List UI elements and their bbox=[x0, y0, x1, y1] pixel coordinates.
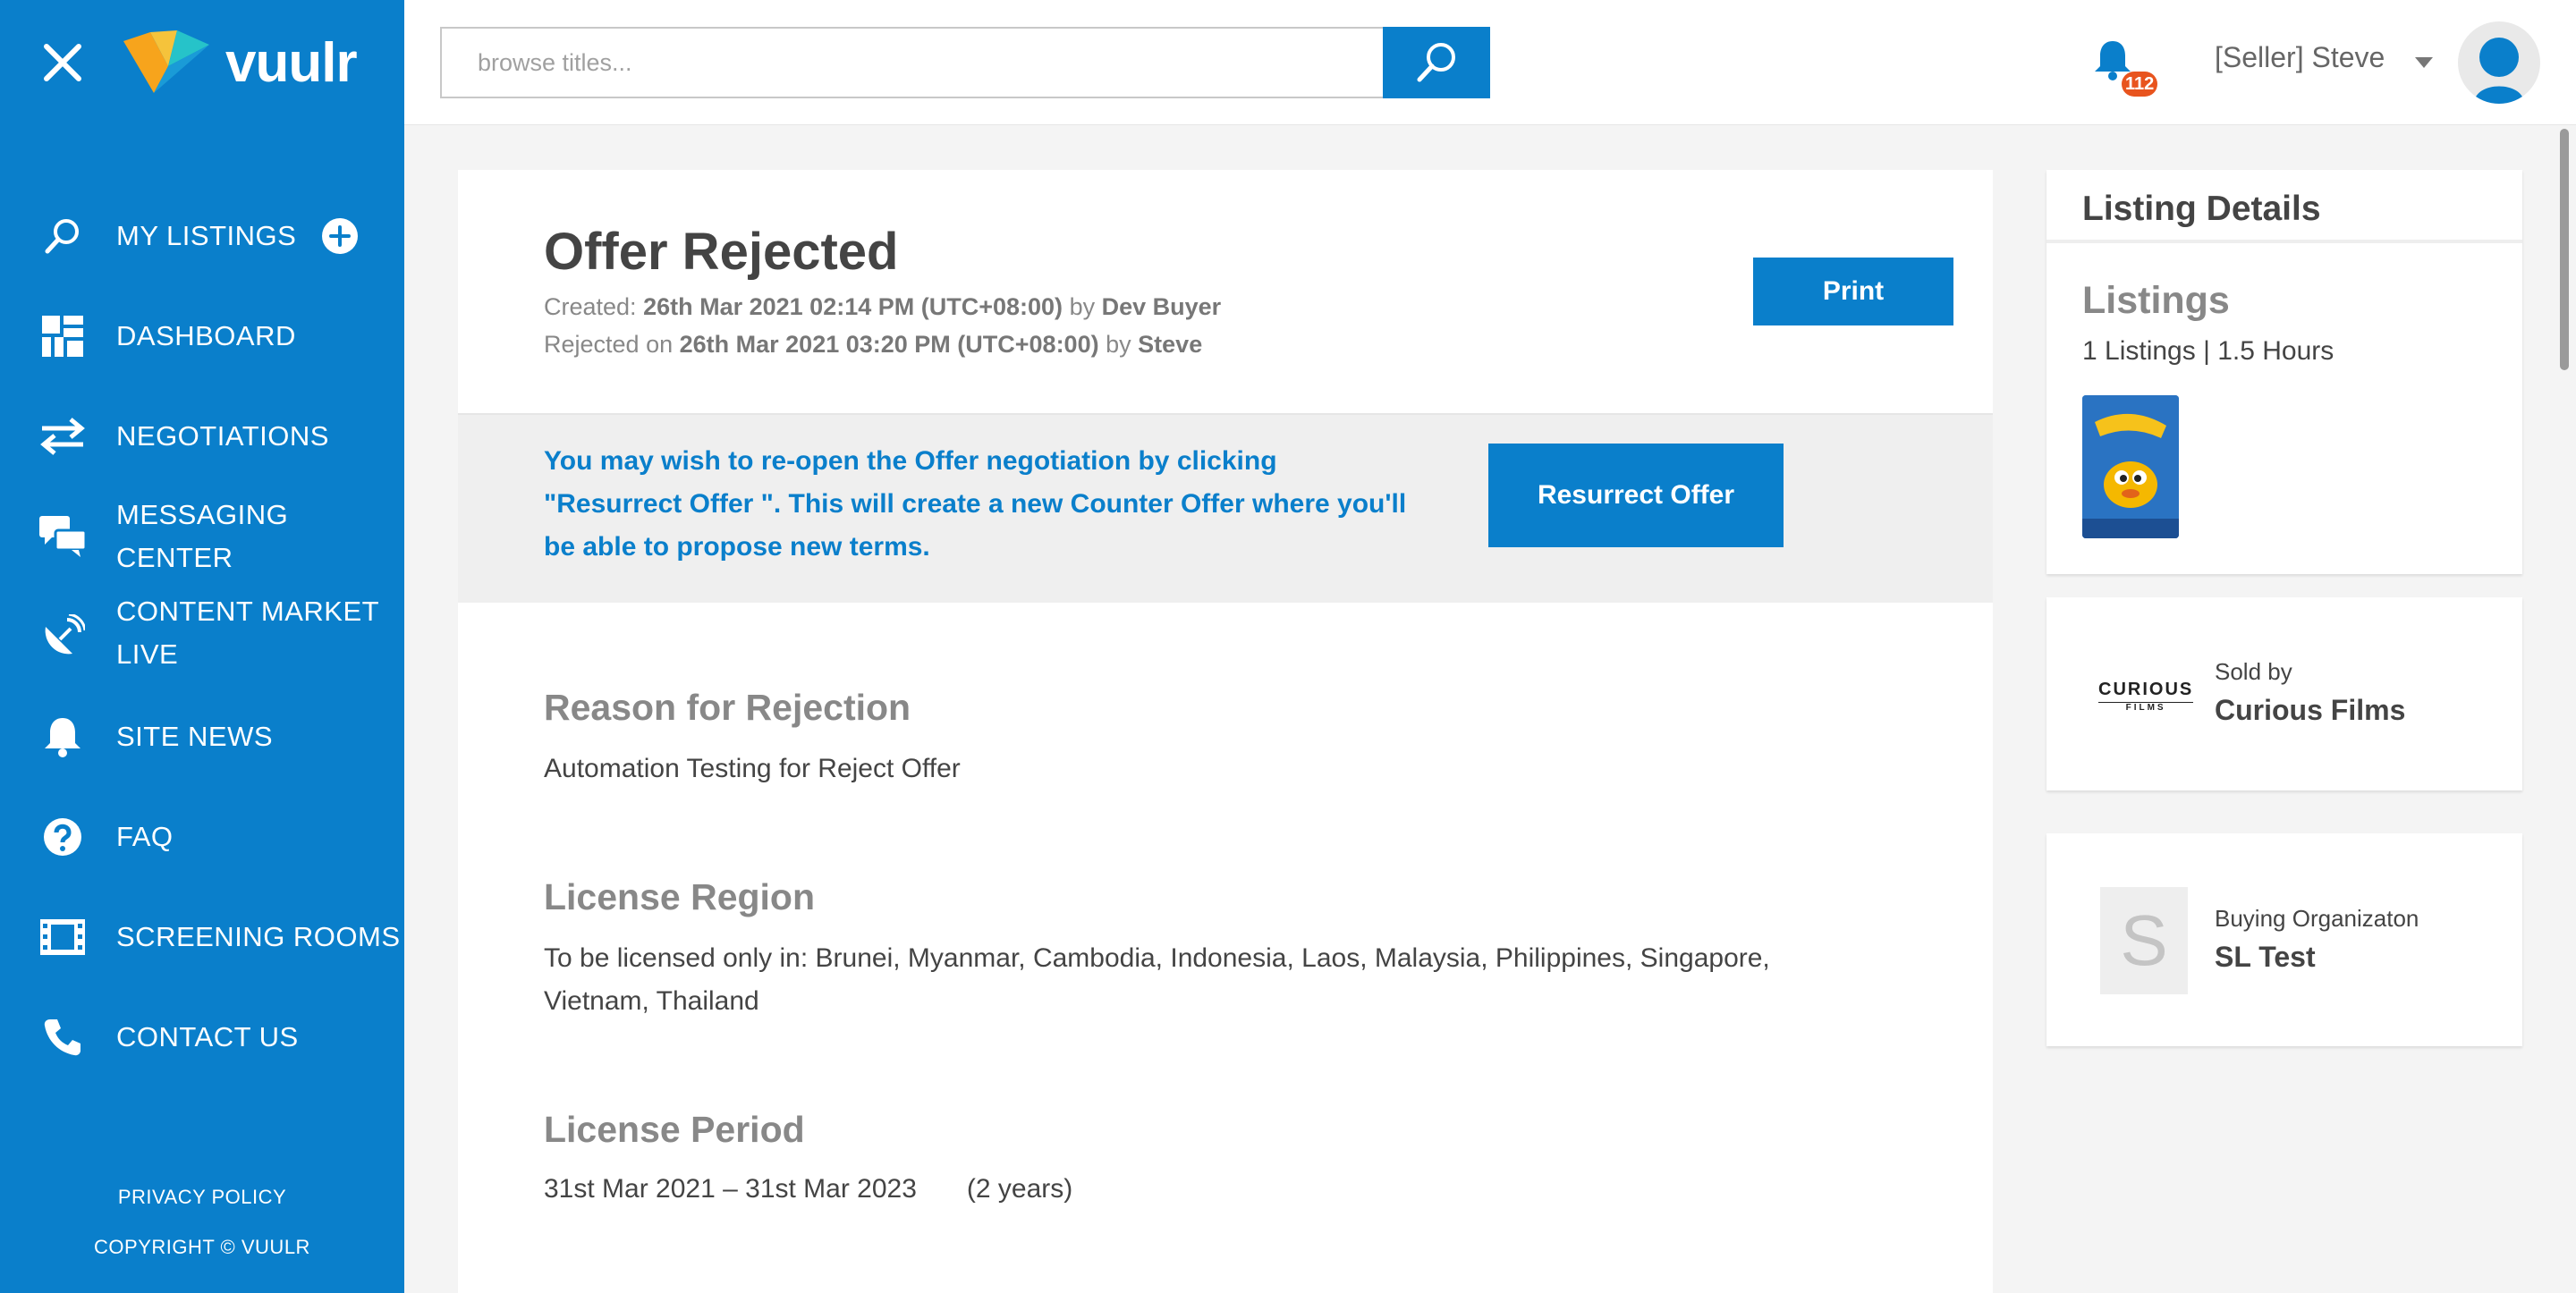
created-by: Dev Buyer bbox=[1101, 293, 1222, 320]
search-icon bbox=[39, 213, 86, 259]
rejected-by: Steve bbox=[1138, 331, 1203, 358]
sidebar-item-label: SITE NEWS bbox=[116, 721, 274, 752]
sidebar-item-label: MY LISTINGS bbox=[116, 220, 297, 251]
sidebar-item-label: CONTENT MARKET bbox=[116, 596, 380, 627]
top-bar: 112 [Seller] Steve bbox=[404, 0, 2576, 125]
phone-icon bbox=[39, 1014, 86, 1061]
user-menu-name[interactable]: [Seller] Steve bbox=[2215, 41, 2385, 74]
seller-logo-sub: FILMS bbox=[2098, 702, 2194, 713]
rejected-meta: Rejected on 26th Mar 2021 03:20 PM (UTC+… bbox=[544, 331, 1202, 359]
search-icon bbox=[1417, 43, 1455, 82]
print-button[interactable]: Print bbox=[1753, 258, 1953, 325]
rejected-by-label: by bbox=[1106, 331, 1131, 358]
seller-name[interactable]: Curious Films bbox=[2215, 694, 2405, 727]
license-period-duration: (2 years) bbox=[966, 1174, 1073, 1204]
sidebar-item-label: CONTACT US bbox=[116, 1021, 299, 1052]
question-icon bbox=[39, 814, 86, 860]
vuulr-logo[interactable]: vuulr bbox=[123, 27, 358, 98]
buying-org-card: S Buying Organizaton SL Test bbox=[2046, 833, 2522, 1046]
buying-org-name: SL Test bbox=[2215, 941, 2316, 973]
chat-bubbles-icon bbox=[39, 513, 86, 560]
resurrect-banner: You may wish to re-open the Offer negoti… bbox=[458, 415, 1993, 603]
chevron-down-icon[interactable] bbox=[2415, 57, 2433, 68]
license-region-title: License Region bbox=[544, 876, 816, 917]
add-listing-button[interactable] bbox=[322, 218, 358, 254]
close-icon[interactable] bbox=[41, 41, 84, 84]
seller-card: CURIOUS FILMS Sold by Curious Films bbox=[2046, 597, 2522, 790]
sidebar-item-label-line2: LIVE bbox=[116, 638, 179, 670]
sidebar: vuulr MY LISTINGS DASHBOARD NEGOTIATIONS bbox=[0, 0, 404, 1293]
page-title: Offer Rejected bbox=[544, 223, 899, 281]
reason-title: Reason for Rejection bbox=[544, 687, 911, 728]
buying-org-avatar: S bbox=[2100, 887, 2188, 994]
sidebar-item-label: SCREENING ROOMS bbox=[116, 921, 401, 952]
logo-text: vuulr bbox=[225, 31, 358, 94]
listings-summary: 1 Listings | 1.5 Hours bbox=[2082, 336, 2334, 366]
sidebar-item-messaging-center[interactable]: MESSAGING CENTER bbox=[0, 499, 404, 573]
notification-badge: 112 bbox=[2122, 72, 2158, 97]
sidebar-item-label: FAQ bbox=[116, 821, 174, 852]
license-region-text: To be licensed only in: Brunei, Myanmar,… bbox=[544, 943, 1770, 1016]
sidebar-item-label: DASHBOARD bbox=[116, 320, 296, 351]
sidebar-item-label: NEGOTIATIONS bbox=[116, 420, 329, 452]
created-label: Created: bbox=[544, 293, 637, 320]
listing-poster-thumbnail[interactable] bbox=[2082, 395, 2179, 538]
offer-card: Offer Rejected Created: 26th Mar 2021 02… bbox=[458, 170, 1993, 1293]
page-scrollbar[interactable] bbox=[2556, 125, 2571, 1293]
search-input[interactable] bbox=[440, 27, 1385, 98]
listing-details-title: Listing Details bbox=[2082, 190, 2321, 228]
listing-details-card: Listing Details Listings 1 Listings | 1.… bbox=[2046, 170, 2522, 574]
reason-text: Automation Testing for Reject Offer bbox=[544, 754, 961, 783]
scrollbar-thumb[interactable] bbox=[2560, 129, 2569, 370]
bell-icon bbox=[39, 714, 86, 760]
sidebar-item-faq[interactable]: FAQ bbox=[0, 812, 404, 862]
rejected-date: 26th Mar 2021 03:20 PM (UTC+08:00) bbox=[679, 331, 1099, 358]
sidebar-item-screening-rooms[interactable]: SCREENING ROOMS bbox=[0, 912, 404, 962]
search-button[interactable] bbox=[1383, 27, 1490, 98]
created-by-label: by bbox=[1069, 293, 1096, 320]
curious-films-logo: CURIOUS FILMS bbox=[2098, 680, 2194, 713]
vuulr-logo-icon bbox=[123, 30, 209, 93]
swap-arrows-icon bbox=[39, 413, 86, 460]
sold-by-label: Sold by bbox=[2215, 658, 2292, 685]
listings-heading: Listings bbox=[2082, 279, 2230, 322]
sidebar-item-negotiations[interactable]: NEGOTIATIONS bbox=[0, 411, 404, 461]
sidebar-item-my-listings[interactable]: MY LISTINGS bbox=[0, 211, 404, 261]
listing-details-header: Listing Details bbox=[2046, 170, 2522, 243]
sidebar-item-site-news[interactable]: SITE NEWS bbox=[0, 712, 404, 762]
buying-org-label: Buying Organizaton bbox=[2215, 905, 2419, 932]
resurrect-offer-button[interactable]: Resurrect Offer bbox=[1488, 444, 1784, 547]
created-meta: Created: 26th Mar 2021 02:14 PM (UTC+08:… bbox=[544, 293, 1221, 321]
rejected-label: Rejected on bbox=[544, 331, 674, 358]
offer-header: Offer Rejected Created: 26th Mar 2021 02… bbox=[458, 170, 1993, 415]
sidebar-item-contact-us[interactable]: CONTACT US bbox=[0, 1012, 404, 1062]
dashboard-icon bbox=[39, 313, 86, 359]
sidebar-item-content-market-live[interactable]: CONTENT MARKET LIVE bbox=[0, 590, 404, 680]
film-icon bbox=[39, 914, 86, 960]
avatar[interactable] bbox=[2458, 21, 2540, 104]
seller-logo-text: CURIOUS bbox=[2098, 680, 2194, 699]
license-period-text: 31st Mar 2021 – 31st Mar 2023 (2 years) bbox=[544, 1168, 1832, 1211]
privacy-policy-link[interactable]: PRIVACY POLICY bbox=[0, 1186, 404, 1209]
copyright-text: COPYRIGHT © VUULR bbox=[94, 1236, 310, 1258]
satellite-dish-icon bbox=[39, 613, 86, 660]
license-period-range: 31st Mar 2021 – 31st Mar 2023 bbox=[544, 1174, 917, 1204]
sidebar-item-label: MESSAGING CENTER bbox=[116, 499, 289, 573]
resurrect-info-text: You may wish to re-open the Offer negoti… bbox=[544, 446, 1407, 562]
license-period-title: License Period bbox=[544, 1109, 805, 1150]
created-date: 26th Mar 2021 02:14 PM (UTC+08:00) bbox=[643, 293, 1063, 320]
sidebar-item-dashboard[interactable]: DASHBOARD bbox=[0, 311, 404, 361]
